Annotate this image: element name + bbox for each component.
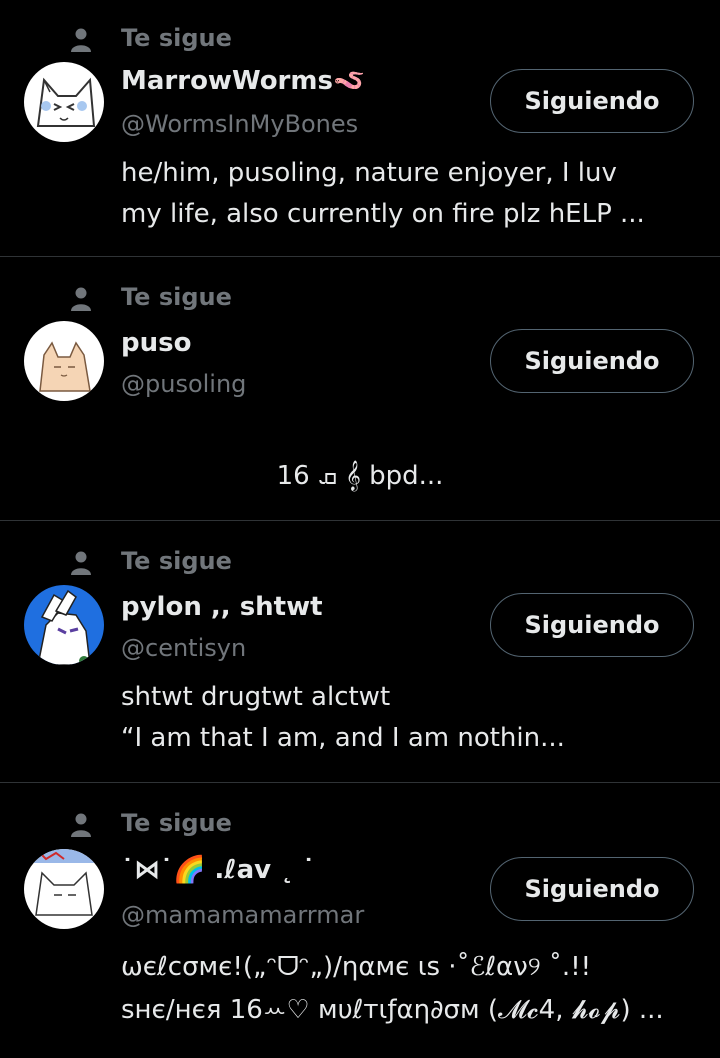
- following-button[interactable]: Siguiendo: [490, 857, 694, 921]
- bio-line: he/him, pusoling, nature enjoyer, I luv: [121, 158, 617, 188]
- bio-line: ܩ 16 𝄞 bpd...: [276, 461, 444, 491]
- avatar[interactable]: [24, 849, 104, 929]
- following-button[interactable]: Siguiendo: [490, 593, 694, 657]
- bio-line: my life, also currently on fire plz hELP…: [121, 199, 645, 229]
- bio-line: “I am that I am, and I am nothin...: [121, 723, 565, 753]
- avatar[interactable]: [24, 321, 104, 401]
- follows-you-indicator: Te sigue: [0, 281, 400, 317]
- user-handle[interactable]: @mamamamarrmar: [121, 901, 364, 929]
- display-name[interactable]: pylon ,, shtwt: [121, 592, 323, 622]
- user-cell[interactable]: Te sigue MarrowWorms🪱 @WormsInMyBones Si…: [0, 0, 720, 256]
- person-icon: [67, 549, 95, 577]
- follows-you-indicator: Te sigue: [0, 22, 400, 58]
- bio-line: ωєℓcσмє!(„ᵔᗜᵔ„)/ηαмє ιѕ ·˚ℰℓαν୨ ˚.!!: [121, 952, 592, 982]
- display-name[interactable]: MarrowWorms🪱: [121, 66, 365, 96]
- person-icon: [67, 26, 95, 54]
- user-handle[interactable]: @WormsInMyBones: [121, 110, 358, 138]
- user-cell[interactable]: Te sigue puso @pusoling Siguiendo ܩ 16 𝄞…: [0, 257, 720, 520]
- bio-line: ѕнє/нєя 16ꕀ♡ мυℓтιƒαη∂σм (𝓜𝓬4, 𝓱𝓸𝓹) ...: [121, 995, 664, 1025]
- display-name[interactable]: ˙⋈˙🌈 .ℓav ˛ ˙: [121, 855, 315, 885]
- person-icon: [67, 285, 95, 313]
- person-icon: [67, 811, 95, 839]
- follows-you-indicator: Te sigue: [0, 807, 400, 843]
- following-button[interactable]: Siguiendo: [490, 329, 694, 393]
- following-button[interactable]: Siguiendo: [490, 69, 694, 133]
- user-cell[interactable]: Te sigue ˙⋈˙🌈 .ℓav ˛ ˙ @mamamamarrmar Si…: [0, 783, 720, 1058]
- display-name[interactable]: puso: [121, 328, 191, 358]
- user-cell[interactable]: Te sigue pylon ,, shtwt @centisyn Siguie…: [0, 521, 720, 782]
- follows-you-indicator: Te sigue: [0, 545, 400, 581]
- follows-you-label: Te sigue: [121, 283, 232, 311]
- user-handle[interactable]: @centisyn: [121, 634, 246, 662]
- follows-you-label: Te sigue: [121, 809, 232, 837]
- follows-you-label: Te sigue: [121, 24, 232, 52]
- avatar[interactable]: [24, 62, 104, 142]
- avatar[interactable]: [24, 585, 104, 665]
- bio-line: shtwt drugtwt alctwt: [121, 682, 391, 712]
- user-handle[interactable]: @pusoling: [121, 370, 246, 398]
- follows-you-label: Te sigue: [121, 547, 232, 575]
